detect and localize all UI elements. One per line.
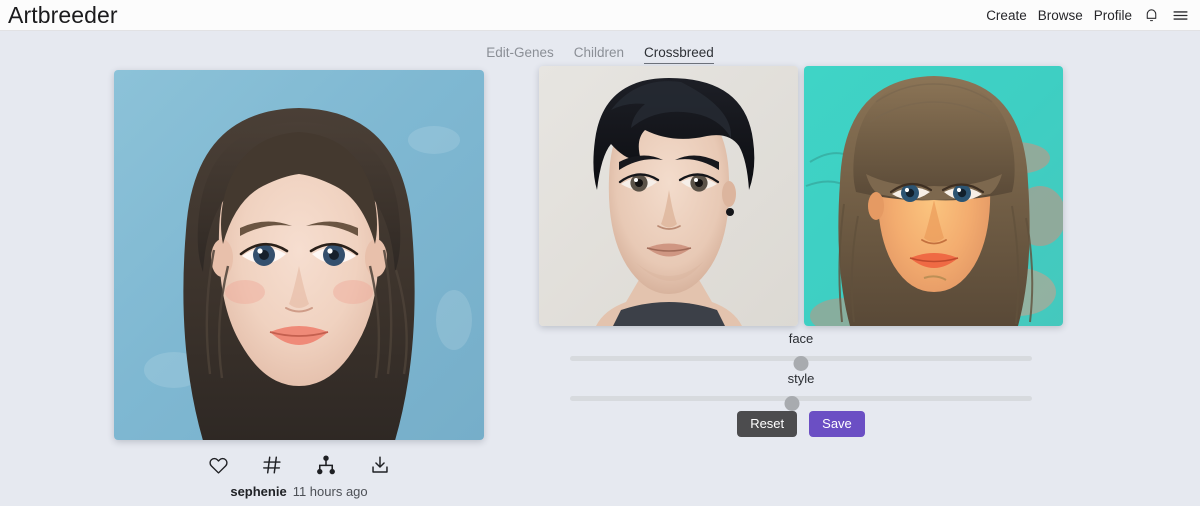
crossbreed-sliders: face style	[539, 330, 1063, 411]
tab-children[interactable]: Children	[574, 45, 624, 64]
child-result-image[interactable]	[114, 70, 484, 440]
heart-icon[interactable]	[202, 449, 234, 481]
parent-image-right[interactable]	[804, 66, 1063, 326]
child-portrait-art	[114, 70, 484, 440]
parent-left-portrait-art	[539, 66, 798, 326]
notification-bell-icon[interactable]	[1143, 7, 1160, 24]
author-name[interactable]: sephenie	[230, 484, 286, 499]
mode-tabs: Edit-Genes Children Crossbreed	[0, 45, 1200, 64]
tab-crossbreed[interactable]: Crossbreed	[644, 45, 714, 64]
nav-item-browse[interactable]: Browse	[1038, 0, 1083, 31]
top-header: Artbreeder Create Browse Profile	[0, 0, 1200, 31]
reset-button[interactable]: Reset	[737, 411, 798, 437]
save-button[interactable]: Save	[809, 411, 865, 437]
child-result-panel: sephenie 11 hours ago	[114, 70, 484, 499]
hash-icon[interactable]	[256, 449, 288, 481]
child-action-row	[114, 446, 484, 484]
slider-style-track[interactable]	[570, 396, 1032, 411]
hamburger-menu-icon[interactable]	[1171, 7, 1190, 24]
main-navigation: Create Browse Profile	[986, 0, 1190, 31]
slider-face-track[interactable]	[570, 356, 1032, 371]
family-tree-icon[interactable]	[310, 449, 342, 481]
brand-logo[interactable]: Artbreeder	[8, 1, 118, 29]
tab-edit-genes[interactable]: Edit-Genes	[486, 45, 554, 64]
parent-right-portrait-art	[804, 66, 1063, 326]
slider-label-face: face	[788, 331, 814, 346]
crossbreed-button-row: Reset Save	[539, 411, 1063, 437]
nav-item-create[interactable]: Create	[986, 0, 1027, 31]
slider-style[interactable]	[539, 390, 1063, 411]
child-meta-row: sephenie 11 hours ago	[114, 484, 484, 499]
created-timestamp: 11 hours ago	[292, 484, 368, 499]
nav-item-profile[interactable]: Profile	[1094, 0, 1132, 31]
slider-style-thumb[interactable]	[784, 396, 800, 411]
download-icon[interactable]	[364, 449, 396, 481]
parent-image-left[interactable]	[539, 66, 798, 326]
parent-images-row	[539, 66, 1063, 326]
slider-label-style: style	[787, 371, 815, 386]
slider-face-thumb[interactable]	[793, 356, 809, 371]
slider-face[interactable]	[539, 350, 1063, 371]
